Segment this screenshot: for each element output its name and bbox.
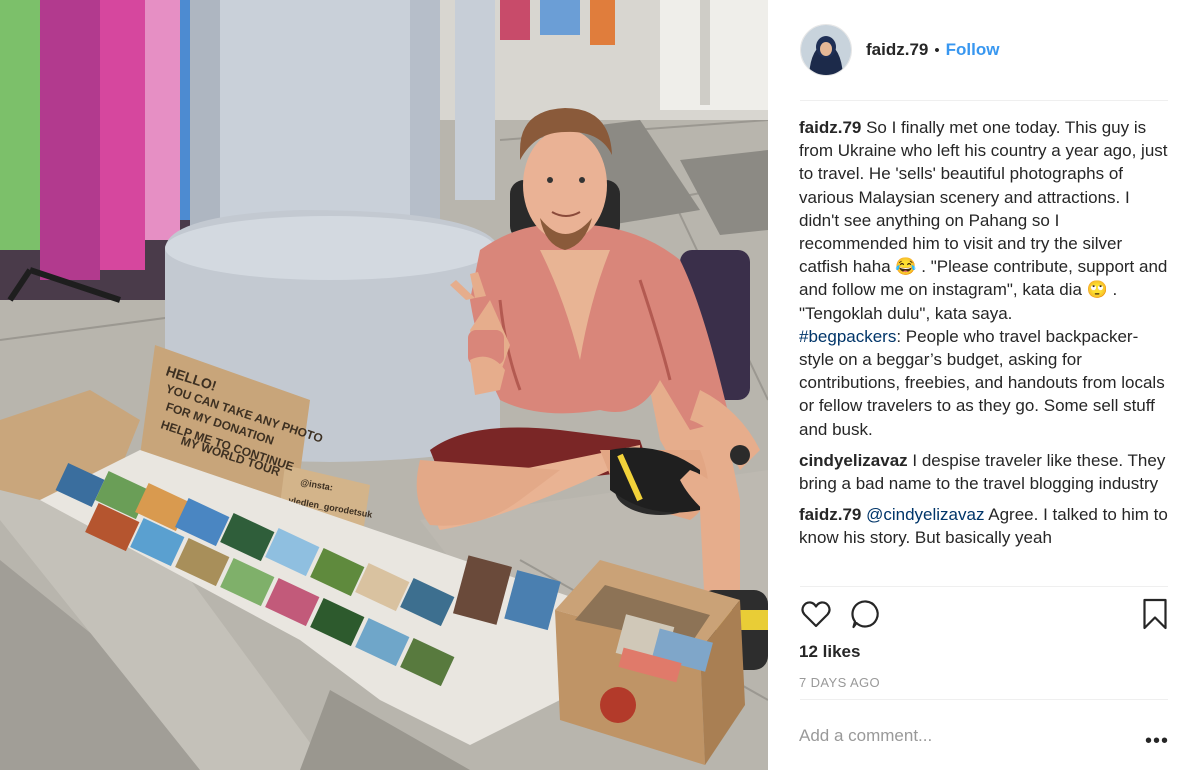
caption-comment: faidz.79 So I finally met one today. Thi… [799, 116, 1169, 441]
mention-link[interactable]: @cindyelizavaz [866, 505, 984, 524]
instagram-post-view: HELLO! YOU CAN TAKE ANY PHOTO FOR MY DON… [0, 0, 1200, 770]
more-options-icon[interactable]: ••• [1145, 730, 1169, 753]
header-separator: • [934, 41, 940, 59]
avatar[interactable] [800, 24, 852, 76]
post-header: faidz.79 • Follow [800, 24, 999, 76]
comments-divider [800, 586, 1168, 587]
bookmark-icon[interactable] [1142, 598, 1168, 635]
header-divider [800, 100, 1168, 101]
post-details-panel: faidz.79 • Follow faidz.79 So I finally … [768, 0, 1200, 770]
photo-illustration: HELLO! YOU CAN TAKE ANY PHOTO FOR MY DON… [0, 0, 768, 770]
heart-icon[interactable] [800, 598, 832, 635]
post-username[interactable]: faidz.79 [866, 40, 928, 60]
comments-list[interactable]: faidz.79 So I finally met one today. Thi… [799, 116, 1169, 586]
comment-username[interactable]: faidz.79 [799, 118, 861, 137]
comment-icon[interactable] [850, 598, 882, 635]
list-item: cindyelizavaz I despise traveler like th… [799, 449, 1169, 495]
follow-button[interactable]: Follow [946, 40, 1000, 60]
avatar-image [801, 25, 851, 75]
composer-divider [800, 699, 1168, 700]
list-item: faidz.79 @cindyelizavaz Agree. I talked … [799, 503, 1169, 549]
comment-username[interactable]: faidz.79 [799, 505, 861, 524]
comment-username[interactable]: cindyelizavaz [799, 451, 908, 470]
post-photo[interactable]: HELLO! YOU CAN TAKE ANY PHOTO FOR MY DON… [0, 0, 768, 770]
post-actions [800, 598, 1168, 632]
hashtag-link[interactable]: #begpackers [799, 327, 896, 346]
likes-count[interactable]: 12 likes [799, 642, 860, 662]
add-comment-input[interactable]: Add a comment... [799, 726, 932, 746]
comment-text: So I finally met one today. This guy is … [799, 118, 1168, 323]
post-timestamp: 7 DAYS AGO [799, 675, 881, 690]
